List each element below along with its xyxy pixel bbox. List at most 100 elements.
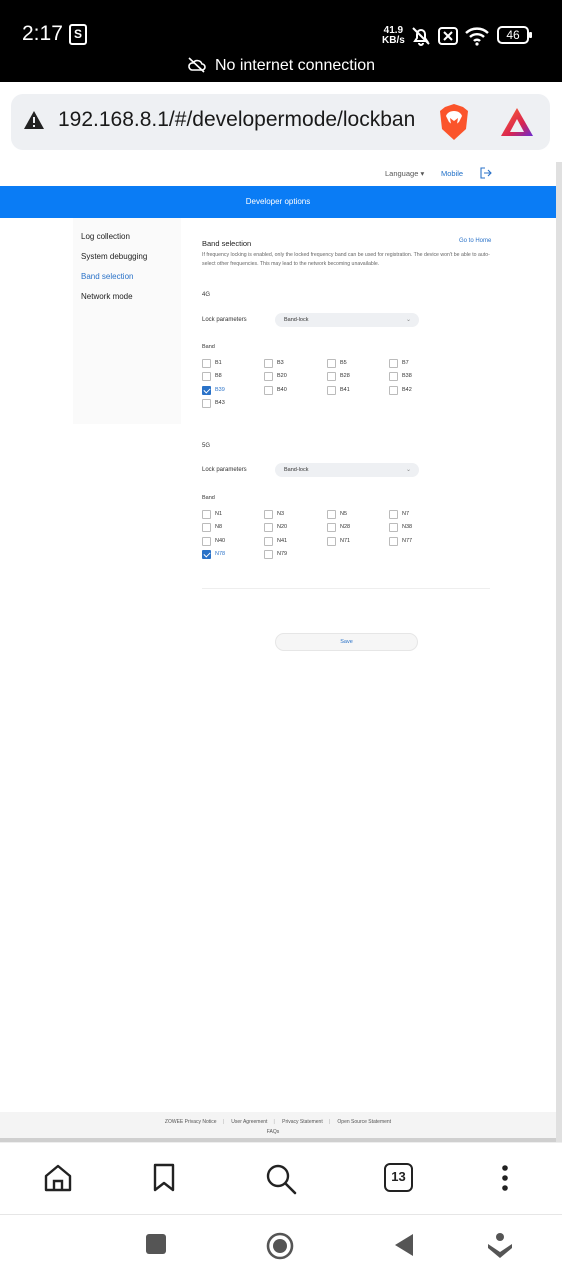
band-checkbox-b28[interactable]: B28 [327,372,382,382]
url-text[interactable]: 192.168.8.1/#/developermode/lockban [58,108,434,132]
tab-switcher-button[interactable]: 13 [384,1163,413,1192]
band-checkbox-b1[interactable]: B1 [202,359,257,369]
nr-lock-select[interactable]: Band-lock ⌄ [275,463,419,477]
mobile-link[interactable]: Mobile [441,169,463,178]
checkbox[interactable] [327,536,336,546]
band-checkbox-b40[interactable]: B40 [264,385,319,396]
band-checkbox-b3[interactable]: B3 [264,359,319,369]
checkbox[interactable] [389,372,398,382]
band-checkbox-n38[interactable]: N38 [389,523,444,533]
sidebar-item-log-collection[interactable]: Log collection [81,232,130,241]
band-checkbox-n79[interactable]: N79 [264,549,319,560]
footer-link-privacy-notice[interactable]: ZOWEE Privacy Notice [165,1119,217,1125]
band-checkbox-b41[interactable]: B41 [327,385,382,396]
checkbox[interactable] [389,385,398,395]
more-menu-icon[interactable] [499,1163,511,1193]
checkbox[interactable] [264,536,273,546]
nr-lock-label: Lock parameters [202,467,247,473]
band-label-text: B42 [402,386,412,393]
checkbox[interactable] [389,359,398,368]
checkbox[interactable] [202,385,211,395]
band-checkbox-n71[interactable]: N71 [327,536,382,547]
checkbox[interactable] [202,549,211,559]
band-checkbox-n1[interactable]: N1 [202,510,257,520]
band-label-text: N78 [215,550,226,557]
checkbox[interactable] [327,372,336,382]
checkbox[interactable] [264,372,273,382]
checkbox[interactable] [327,385,336,395]
checkbox[interactable] [327,510,336,519]
band-checkbox-n28[interactable]: N28 [327,523,382,533]
warning-icon[interactable] [23,110,45,130]
logout-icon[interactable] [480,167,492,179]
checkbox[interactable] [202,372,211,382]
band-checkbox-b8[interactable]: B8 [202,372,257,382]
checkbox[interactable] [202,523,211,533]
band-checkbox-b5[interactable]: B5 [327,359,382,369]
go-home-link[interactable]: Go to Home [459,238,491,244]
vertical-scrollbar[interactable] [556,162,562,1142]
checkbox[interactable] [264,523,273,533]
band-checkbox-n7[interactable]: N7 [389,510,444,520]
band-checkbox-b39[interactable]: B39 [202,385,257,396]
footer-separator: | [273,1119,275,1125]
lte-lock-select[interactable]: Band-lock ⌄ [275,313,419,327]
checkbox[interactable] [202,359,211,368]
band-label-text: B41 [340,386,350,393]
checkbox[interactable] [202,510,211,519]
lte-band-label: Band [202,344,215,350]
brave-shields-icon[interactable] [436,103,472,141]
band-checkbox-b42[interactable]: B42 [389,385,444,396]
page-title: Band selection [202,239,252,248]
band-checkbox-n3[interactable]: N3 [264,510,319,520]
checkbox[interactable] [264,359,273,368]
band-checkbox-n5[interactable]: N5 [327,510,382,520]
sidebar-item-network-mode[interactable]: Network mode [81,292,133,301]
footer-link-privacy-statement[interactable]: Privacy Statement [282,1119,323,1125]
cloud-off-icon [188,57,206,73]
checkbox[interactable] [327,359,336,368]
language-selector[interactable]: Language ▾ [385,169,424,178]
address-bar[interactable]: 192.168.8.1/#/developermode/lockban [11,94,550,150]
band-checkbox-n40[interactable]: N40 [202,536,257,547]
home-nav-icon[interactable] [265,1231,295,1261]
footer-link-faqs[interactable]: FAQs [0,1129,546,1135]
band-checkbox-b20[interactable]: B20 [264,372,319,382]
checkbox[interactable] [389,523,398,533]
band-checkbox-n77[interactable]: N77 [389,536,444,547]
checkbox[interactable] [264,510,273,519]
band-label-text: N71 [340,537,351,544]
footer-link-user-agreement[interactable]: User Agreement [231,1119,267,1125]
checkbox[interactable] [389,510,398,519]
search-icon[interactable] [265,1163,297,1195]
save-button[interactable]: Save [275,633,418,651]
band-checkbox-n41[interactable]: N41 [264,536,319,547]
checkbox[interactable] [202,536,211,546]
band-checkbox-n8[interactable]: N8 [202,523,257,533]
band-label-text: B38 [402,373,412,380]
checkbox[interactable] [389,536,398,546]
checkbox[interactable] [264,385,273,395]
home-icon[interactable] [43,1163,73,1193]
band-checkbox-b43[interactable]: B43 [202,398,257,409]
band-checkbox-b38[interactable]: B38 [389,372,444,382]
recents-icon[interactable] [145,1233,167,1255]
band-checkbox-n78[interactable]: N78 [202,549,257,560]
band-checkbox-n20[interactable]: N20 [264,523,319,533]
status-bar: 2:17 S 41.9 KB/s 46 No internet connecti… [0,0,562,82]
band-checkbox-b7[interactable]: B7 [389,359,444,369]
assistant-icon[interactable] [487,1232,513,1260]
sidebar-item-band-selection[interactable]: Band selection [81,272,133,281]
band-label-text: B7 [402,360,409,366]
footer-link-open-source[interactable]: Open Source Statement [337,1119,391,1125]
offline-banner: No internet connection [0,57,562,75]
sidebar-item-system-debugging[interactable]: System debugging [81,252,147,261]
bookmark-icon[interactable] [152,1163,176,1193]
back-icon[interactable] [393,1233,415,1257]
checkbox[interactable] [327,523,336,533]
wifi-icon [465,27,489,46]
footer-links: ZOWEE Privacy Notice | User Agreement | Pr… [0,1119,556,1125]
checkbox[interactable] [264,549,273,559]
brave-rewards-icon[interactable] [499,106,535,138]
checkbox[interactable] [202,398,211,408]
